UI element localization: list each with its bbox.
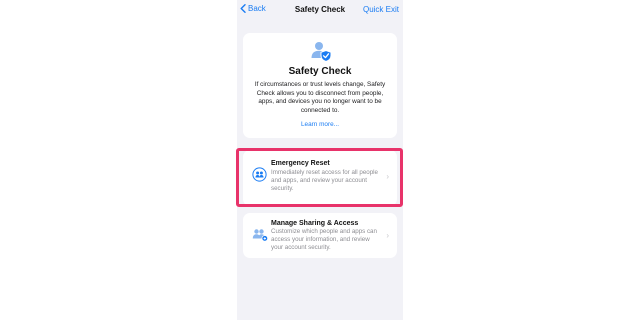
intro-title: Safety Check xyxy=(288,66,352,77)
option-title: Manage Sharing & Access xyxy=(271,220,359,227)
phone-screen: Back Safety Check Quick Exit Safety Chec… xyxy=(237,0,403,320)
people-reset-icon xyxy=(252,167,267,182)
intro-description: If circumstances or trust levels change,… xyxy=(254,81,386,114)
intro-card: Safety Check If circumstances or trust l… xyxy=(243,33,397,138)
option-description: Customize which people and apps can acce… xyxy=(271,228,377,251)
manage-sharing-row[interactable]: Manage Sharing & Access Customize which … xyxy=(243,213,397,258)
people-sharing-icon xyxy=(252,229,268,242)
emergency-reset-row[interactable]: Emergency Reset Immediately reset access… xyxy=(243,150,397,206)
option-description: Immediately reset access for all people … xyxy=(271,169,378,192)
navigation-bar: Back Safety Check Quick Exit xyxy=(237,0,403,20)
chevron-right-icon: › xyxy=(386,172,389,181)
quick-exit-button[interactable]: Quick Exit xyxy=(363,5,399,14)
chevron-right-icon: › xyxy=(386,231,389,240)
option-title: Emergency Reset xyxy=(271,160,330,167)
learn-more-link[interactable]: Learn more... xyxy=(243,121,397,128)
person-shield-icon xyxy=(311,42,332,62)
